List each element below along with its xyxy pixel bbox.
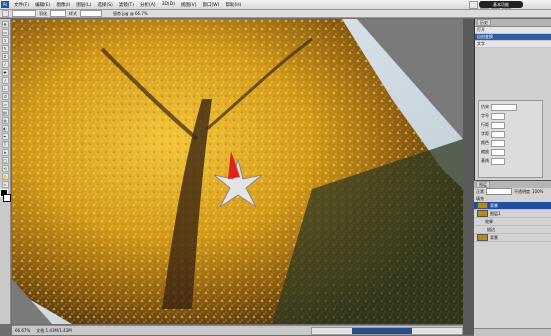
style-select[interactable] xyxy=(80,10,102,17)
history-row[interactable]: 自由变换 xyxy=(475,34,551,41)
healing-brush-tool-icon[interactable]: ✚ xyxy=(1,69,9,76)
tool-preset-picker[interactable] xyxy=(2,10,9,17)
layer-row[interactable]: 图层1 xyxy=(474,210,551,218)
eraser-tool-icon[interactable]: ▱ xyxy=(1,101,9,108)
3d-rotate-tool-icon[interactable]: ⟲ xyxy=(1,165,9,172)
baseline-label: 基线 xyxy=(481,158,489,163)
menu-view[interactable]: 视图(V) xyxy=(178,2,200,8)
document-tab-title[interactable]: 银杏.jpg @ 66.7% xyxy=(113,11,148,17)
blend-mode-label: 正常 xyxy=(476,188,484,194)
menu-select[interactable]: 选择(S) xyxy=(94,2,115,8)
feather-input[interactable] xyxy=(50,10,66,17)
scroll-thumb[interactable] xyxy=(352,327,412,334)
pen-tool-icon[interactable]: ✒ xyxy=(1,133,9,140)
workspace-switcher[interactable]: 基本功能 xyxy=(479,1,523,8)
path-selection-tool-icon[interactable]: ➤ xyxy=(1,149,9,156)
options-bar: 羽化 样式 银杏.jpg @ 66.7% xyxy=(0,10,551,18)
tab-layers[interactable]: 图层 xyxy=(476,181,490,188)
horizontal-scrollbar[interactable] xyxy=(311,326,463,335)
menu-edit[interactable]: 编辑(E) xyxy=(32,2,53,8)
baseline-input[interactable] xyxy=(491,157,505,165)
menu-analysis[interactable]: 分析(A) xyxy=(137,2,159,8)
marquee-tool-icon[interactable]: ▭ xyxy=(1,29,9,36)
tab-history[interactable]: 历史 xyxy=(477,19,491,26)
history-brush-tool-icon[interactable]: ↺ xyxy=(1,93,9,100)
feather-label: 羽化 xyxy=(39,10,47,16)
history-list: 打开 自由变换 文字 xyxy=(475,27,551,48)
document-canvas[interactable] xyxy=(12,19,463,324)
zoom-readout[interactable]: 66.67% xyxy=(15,328,30,333)
gradient-tool-icon[interactable]: ▤ xyxy=(1,109,9,116)
layer-row[interactable]: 背景 xyxy=(474,234,551,242)
menu-3d[interactable]: 3D(D) xyxy=(159,2,178,7)
fill-label: 填充 xyxy=(476,195,484,201)
opacity-value[interactable]: 100% xyxy=(532,189,543,194)
lasso-tool-icon[interactable]: ↄ xyxy=(1,37,9,44)
color-label: 颜色 xyxy=(481,140,489,145)
leading-input[interactable] xyxy=(491,121,505,129)
brush-tool-icon[interactable]: ∕ xyxy=(1,77,9,84)
canvas-image xyxy=(12,19,463,324)
dodge-tool-icon[interactable]: ◐ xyxy=(1,125,9,132)
hand-tool-icon[interactable]: ✋ xyxy=(1,173,9,180)
menu-image[interactable]: 图像(I) xyxy=(53,2,73,8)
layer-row[interactable]: 背景 xyxy=(474,202,551,210)
font-size-label: 字号 xyxy=(481,113,489,118)
panel-icon-strip xyxy=(463,19,474,335)
background-color-swatch[interactable] xyxy=(3,194,11,202)
font-size-input[interactable] xyxy=(491,112,505,120)
history-panel-tabs: 历史 xyxy=(475,19,551,27)
status-bar: 66.67% 文档:1.43M/1.43M xyxy=(12,325,463,335)
eyedropper-tool-icon[interactable]: ⁄ xyxy=(1,61,9,68)
leading-label: 行距 xyxy=(481,122,489,127)
tools-panel: ✥ ▭ ↄ ✎ ⌗ ⁄ ✚ ∕ ⊥ ↺ ▱ ▤ ◍ ◐ ✒ T ➤ □ ⟲ ✋ … xyxy=(0,19,11,324)
move-tool-icon[interactable]: ✥ xyxy=(1,21,9,28)
document-info[interactable]: 文档:1.43M/1.43M xyxy=(36,328,71,334)
type-tool-icon[interactable]: T xyxy=(1,141,9,148)
quick-select-tool-icon[interactable]: ✎ xyxy=(1,45,9,52)
font-family-label: 仿宋 xyxy=(481,104,489,109)
opacity-label: 不透明度 xyxy=(514,188,530,194)
menu-help[interactable]: 帮助(H) xyxy=(222,2,244,8)
layer-effect-row[interactable]: 描边 xyxy=(474,226,551,234)
photoshop-logo: Ps xyxy=(1,1,9,8)
tracking-input[interactable] xyxy=(491,130,505,138)
history-row[interactable]: 打开 xyxy=(475,27,551,34)
history-row[interactable]: 文字 xyxy=(475,41,551,48)
layers-panel: 图层 正常 不透明度 100% 填充 背景 图层1 效果 描边 背景 xyxy=(474,180,551,336)
tracking-label: 字距 xyxy=(481,131,489,136)
layer-thumbnail xyxy=(477,210,488,217)
font-family-select[interactable] xyxy=(491,103,517,111)
scale-label: 缩放 xyxy=(481,149,489,154)
layer-thumbnail xyxy=(477,234,488,241)
selection-mode-field[interactable] xyxy=(12,10,36,17)
workspace-label: 基本功能 xyxy=(493,1,509,7)
bridge-button[interactable] xyxy=(469,0,478,9)
zoom-tool-icon[interactable]: ⌕ xyxy=(1,181,9,188)
crop-tool-icon[interactable]: ⌗ xyxy=(1,53,9,60)
blur-tool-icon[interactable]: ◍ xyxy=(1,117,9,124)
shape-tool-icon[interactable]: □ xyxy=(1,157,9,164)
menu-file[interactable]: 文件(F) xyxy=(11,2,32,8)
menu-layer[interactable]: 图层(L) xyxy=(73,2,94,8)
menu-bar: Ps 文件(F) 编辑(E) 图像(I) 图层(L) 选择(S) 滤镜(T) 分… xyxy=(0,0,551,10)
style-label: 样式 xyxy=(69,10,77,16)
scale-input[interactable] xyxy=(491,148,505,156)
clone-stamp-tool-icon[interactable]: ⊥ xyxy=(1,85,9,92)
layer-effect-row[interactable]: 效果 xyxy=(474,218,551,226)
menu-window[interactable]: 窗口(W) xyxy=(199,2,222,8)
layer-thumbnail xyxy=(477,202,488,209)
menu-filter[interactable]: 滤镜(T) xyxy=(116,2,137,8)
character-panel: 仿宋 字号 行距 字距 颜色 缩放 基线 xyxy=(478,100,543,178)
blend-mode-select[interactable] xyxy=(486,188,512,195)
text-color-swatch[interactable] xyxy=(491,139,505,147)
